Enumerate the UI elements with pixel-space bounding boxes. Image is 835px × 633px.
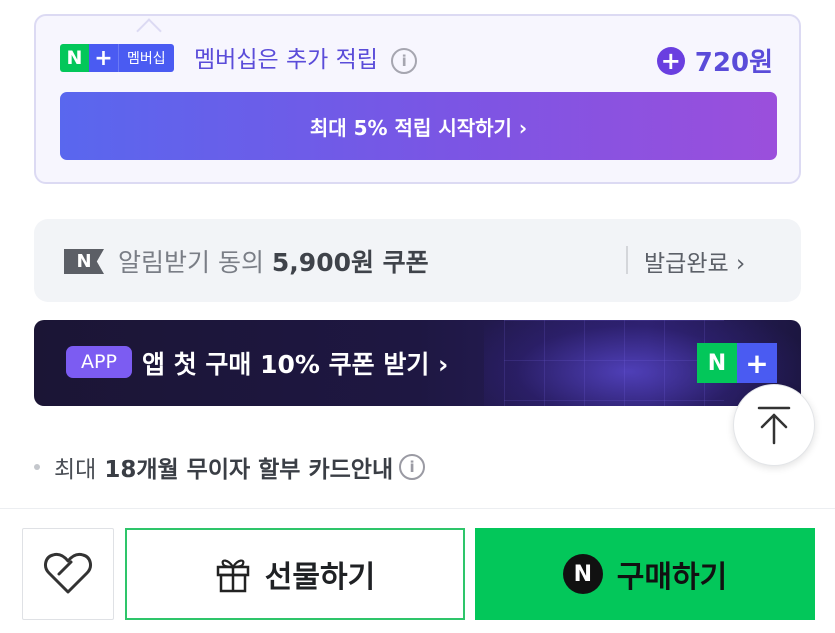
bottom-action-bar: 선물하기 N 구매하기 [0,508,835,633]
info-icon[interactable]: i [399,454,426,480]
buy-button-label: 구매하기 [616,560,728,595]
badge-n: N [60,44,89,72]
divider [626,246,628,274]
logo-plus: + [737,343,777,383]
arrow-up-to-top-icon [757,406,791,445]
naver-plus-membership-badge: N + 멤버십 [60,44,174,72]
badge-label: 멤버십 [118,44,174,72]
app-banner-text: 앱 첫 구매 10% 쿠폰 받기 › [142,350,449,379]
bullet-dot [34,464,40,470]
gift-button-label: 선물하기 [264,560,376,595]
tooltip-caret [136,18,162,44]
naver-plus-logo: N + [697,343,777,383]
membership-title-text: 멤버십은 추가 적립 [194,47,378,73]
badge-plus: + [89,44,118,72]
heart-icon [44,552,92,594]
gift-icon [216,559,250,593]
buy-button[interactable]: N 구매하기 [475,528,815,620]
notification-coupon-row[interactable]: N 알림받기 동의 5,900원 쿠폰 발급완료 › [34,219,801,302]
app-pill-badge: APP [66,346,132,378]
wishlist-button[interactable] [22,528,114,620]
coupon-amount: 5,900원 쿠폰 [271,248,429,277]
coupon-prefix: 알림받기 동의 [118,248,264,277]
naver-n-icon: N [64,249,104,274]
installment-prefix: 최대 [54,457,97,483]
app-coupon-banner[interactable]: APP 앱 첫 구매 10% 쿠폰 받기 › N + [34,320,801,406]
coupon-text: 알림받기 동의 5,900원 쿠폰 [118,243,429,279]
naver-pay-n-icon: N [562,554,603,594]
logo-n: N [697,343,737,383]
coupon-status-link[interactable]: 발급완료 › [644,244,745,278]
membership-card: N + 멤버십 멤버십은 추가 적립 i + 720원 최대 5% 적립 시작하… [34,14,801,184]
points-value: 720원 [694,48,773,78]
gift-button[interactable]: 선물하기 [125,528,465,620]
membership-start-button[interactable]: 최대 5% 적립 시작하기 › [60,92,777,160]
scroll-to-top-button[interactable] [733,384,815,466]
points-display: + 720원 [656,42,773,79]
installment-highlight: 18개월 무이자 할부 카드안내 [104,457,394,483]
installment-info[interactable]: 최대 18개월 무이자 할부 카드안내 i [34,450,426,484]
membership-title: 멤버십은 추가 적립 i [194,40,418,74]
plus-circle-icon: + [656,46,685,75]
info-icon[interactable]: i [391,47,418,74]
banner-grid-pattern [504,320,724,406]
